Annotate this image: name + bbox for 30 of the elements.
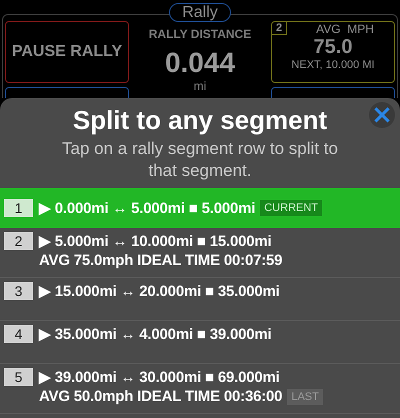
- segment-row[interactable]: 4 ▶ 35.000mi ↔ 4.000mi ■ 39.000mi: [0, 321, 400, 364]
- avg-mph-value: 75.0: [314, 36, 352, 59]
- segment-row[interactable]: 1 ▶ 0.000mi ↔ 5.000mi ■ 5.000mi CURRENT: [0, 188, 400, 228]
- segment-number: 2: [272, 22, 288, 35]
- segment-number: 3: [4, 282, 33, 300]
- next-distance: NEXT, 10.000 MI: [291, 59, 375, 71]
- rally-title: Rally: [169, 3, 231, 22]
- segment-speed-time: AVG 75.0mph IDEAL TIME 00:07:59: [39, 252, 282, 269]
- pause-rally-button[interactable]: PAUSE RALLY: [5, 21, 129, 83]
- segment-number: 4: [4, 325, 33, 343]
- segment-row[interactable]: 3 ▶ 15.000mi ↔ 20.000mi ■ 35.000mi: [0, 278, 400, 321]
- segment-number: 5: [4, 368, 33, 386]
- segment-range: ▶ 15.000mi ↔ 20.000mi ■ 35.000mi: [39, 282, 280, 300]
- rally-distance-value: 0.044: [164, 47, 236, 79]
- segment-number: 1: [4, 199, 33, 217]
- last-tag: LAST: [287, 388, 323, 404]
- current-tag: CURRENT: [260, 200, 322, 216]
- rally-distance-label: RALLY DISTANCE: [148, 27, 252, 41]
- segment-range: ▶ 35.000mi ↔ 4.000mi ■ 39.000mi: [39, 325, 272, 343]
- sheet-title: Split to any segment: [72, 105, 328, 136]
- segment-range: ▶ 5.000mi ↔ 10.000mi ■ 15.000mi: [39, 232, 272, 250]
- segment-range: ▶ 0.000mi ↔ 5.000mi ■ 5.000mi: [39, 199, 256, 217]
- distance-unit: mi: [194, 79, 206, 93]
- segment-speed-time: AVG 50.0mph IDEAL TIME 00:36:00: [39, 388, 282, 405]
- segment-row[interactable]: 5 ▶ 39.000mi ↔ 30.000mi ■ 69.000mi AVG 50.0mph IDEAL TIME 00:36:00 LAST: [0, 364, 400, 414]
- segment-range: ▶ 39.000mi ↔ 30.000mi ■ 69.000mi: [39, 368, 280, 386]
- avg-mph-label: AVG MPH: [316, 22, 374, 36]
- segment-row[interactable]: 2 ▶ 5.000mi ↔ 10.000mi ■ 15.000mi AVG 75.0mph IDEAL TIME 00:07:59: [0, 228, 400, 278]
- sheet-subtitle: Tap on a rally segment row to split to that segment.: [61, 138, 339, 182]
- segment-number: 2: [4, 232, 33, 250]
